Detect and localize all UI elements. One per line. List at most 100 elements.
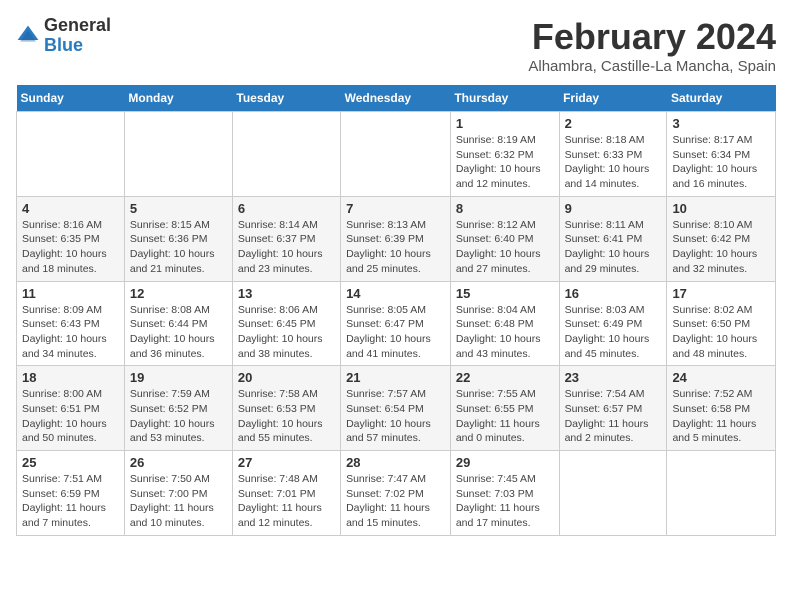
day-number: 1 — [456, 116, 554, 131]
day-info: Sunrise: 8:05 AM Sunset: 6:47 PM Dayligh… — [346, 303, 445, 362]
day-info: Sunrise: 7:58 AM Sunset: 6:53 PM Dayligh… — [238, 387, 335, 446]
calendar-day-cell: 15 Sunrise: 8:04 AM Sunset: 6:48 PM Dayli… — [450, 281, 559, 366]
location-subtitle: Alhambra, Castille-La Mancha, Spain — [528, 58, 776, 75]
calendar-day-cell — [232, 112, 340, 197]
day-number: 12 — [130, 286, 227, 301]
day-number: 8 — [456, 201, 554, 216]
calendar-day-cell: 7 Sunrise: 8:13 AM Sunset: 6:39 PM Daylig… — [341, 196, 451, 281]
weekday-header: Monday — [124, 85, 232, 112]
calendar-day-cell — [667, 451, 776, 536]
day-number: 26 — [130, 455, 227, 470]
weekday-header: Saturday — [667, 85, 776, 112]
logo-icon — [16, 24, 40, 48]
weekday-header: Sunday — [17, 85, 125, 112]
calendar-day-cell: 26 Sunrise: 7:50 AM Sunset: 7:00 PM Dayli… — [124, 451, 232, 536]
day-number: 23 — [565, 370, 662, 385]
day-info: Sunrise: 8:18 AM Sunset: 6:33 PM Dayligh… — [565, 133, 662, 192]
day-number: 17 — [672, 286, 770, 301]
day-info: Sunrise: 7:50 AM Sunset: 7:00 PM Dayligh… — [130, 472, 227, 531]
day-number: 10 — [672, 201, 770, 216]
day-number: 20 — [238, 370, 335, 385]
calendar-day-cell: 8 Sunrise: 8:12 AM Sunset: 6:40 PM Daylig… — [450, 196, 559, 281]
day-info: Sunrise: 8:10 AM Sunset: 6:42 PM Dayligh… — [672, 218, 770, 277]
calendar-week-row: 18 Sunrise: 8:00 AM Sunset: 6:51 PM Dayli… — [17, 366, 776, 451]
day-number: 2 — [565, 116, 662, 131]
weekday-header: Friday — [559, 85, 667, 112]
logo: General Blue — [16, 16, 111, 56]
day-info: Sunrise: 8:08 AM Sunset: 6:44 PM Dayligh… — [130, 303, 227, 362]
day-number: 24 — [672, 370, 770, 385]
day-info: Sunrise: 7:59 AM Sunset: 6:52 PM Dayligh… — [130, 387, 227, 446]
day-info: Sunrise: 7:47 AM Sunset: 7:02 PM Dayligh… — [346, 472, 445, 531]
calendar-day-cell: 21 Sunrise: 7:57 AM Sunset: 6:54 PM Dayli… — [341, 366, 451, 451]
calendar-day-cell — [341, 112, 451, 197]
calendar-day-cell: 16 Sunrise: 8:03 AM Sunset: 6:49 PM Dayli… — [559, 281, 667, 366]
calendar-day-cell: 25 Sunrise: 7:51 AM Sunset: 6:59 PM Dayli… — [17, 451, 125, 536]
calendar-week-row: 25 Sunrise: 7:51 AM Sunset: 6:59 PM Dayli… — [17, 451, 776, 536]
calendar-day-cell: 12 Sunrise: 8:08 AM Sunset: 6:44 PM Dayli… — [124, 281, 232, 366]
day-info: Sunrise: 7:45 AM Sunset: 7:03 PM Dayligh… — [456, 472, 554, 531]
day-info: Sunrise: 7:57 AM Sunset: 6:54 PM Dayligh… — [346, 387, 445, 446]
calendar-day-cell: 19 Sunrise: 7:59 AM Sunset: 6:52 PM Dayli… — [124, 366, 232, 451]
calendar-day-cell: 14 Sunrise: 8:05 AM Sunset: 6:47 PM Dayli… — [341, 281, 451, 366]
calendar-day-cell — [559, 451, 667, 536]
day-info: Sunrise: 7:48 AM Sunset: 7:01 PM Dayligh… — [238, 472, 335, 531]
day-info: Sunrise: 8:16 AM Sunset: 6:35 PM Dayligh… — [22, 218, 119, 277]
calendar-table: SundayMondayTuesdayWednesdayThursdayFrid… — [16, 85, 776, 536]
day-number: 15 — [456, 286, 554, 301]
calendar-day-cell: 24 Sunrise: 7:52 AM Sunset: 6:58 PM Dayli… — [667, 366, 776, 451]
day-number: 29 — [456, 455, 554, 470]
day-number: 18 — [22, 370, 119, 385]
day-number: 5 — [130, 201, 227, 216]
day-info: Sunrise: 8:02 AM Sunset: 6:50 PM Dayligh… — [672, 303, 770, 362]
day-info: Sunrise: 8:03 AM Sunset: 6:49 PM Dayligh… — [565, 303, 662, 362]
day-info: Sunrise: 7:51 AM Sunset: 6:59 PM Dayligh… — [22, 472, 119, 531]
calendar-day-cell: 29 Sunrise: 7:45 AM Sunset: 7:03 PM Dayli… — [450, 451, 559, 536]
day-number: 13 — [238, 286, 335, 301]
day-info: Sunrise: 8:17 AM Sunset: 6:34 PM Dayligh… — [672, 133, 770, 192]
day-info: Sunrise: 7:52 AM Sunset: 6:58 PM Dayligh… — [672, 387, 770, 446]
calendar-week-row: 11Sunrise: 8:09 AM Sunset: 6:43 PM Dayli… — [17, 281, 776, 366]
day-number: 25 — [22, 455, 119, 470]
day-info: Sunrise: 7:55 AM Sunset: 6:55 PM Dayligh… — [456, 387, 554, 446]
logo-text: General Blue — [44, 16, 111, 56]
calendar-day-cell: 9 Sunrise: 8:11 AM Sunset: 6:41 PM Daylig… — [559, 196, 667, 281]
day-info: Sunrise: 8:15 AM Sunset: 6:36 PM Dayligh… — [130, 218, 227, 277]
day-info: Sunrise: 8:00 AM Sunset: 6:51 PM Dayligh… — [22, 387, 119, 446]
calendar-day-cell: 6 Sunrise: 8:14 AM Sunset: 6:37 PM Daylig… — [232, 196, 340, 281]
day-info: Sunrise: 8:19 AM Sunset: 6:32 PM Dayligh… — [456, 133, 554, 192]
day-number: 4 — [22, 201, 119, 216]
calendar-day-cell: 4 Sunrise: 8:16 AM Sunset: 6:35 PM Daylig… — [17, 196, 125, 281]
weekday-header-row: SundayMondayTuesdayWednesdayThursdayFrid… — [17, 85, 776, 112]
day-number: 14 — [346, 286, 445, 301]
calendar-day-cell: 23Sunrise: 7:54 AM Sunset: 6:57 PM Dayli… — [559, 366, 667, 451]
title-block: February 2024 Alhambra, Castille-La Manc… — [528, 16, 776, 75]
calendar-week-row: 4 Sunrise: 8:16 AM Sunset: 6:35 PM Daylig… — [17, 196, 776, 281]
calendar-day-cell: 27Sunrise: 7:48 AM Sunset: 7:01 PM Dayli… — [232, 451, 340, 536]
day-info: Sunrise: 8:12 AM Sunset: 6:40 PM Dayligh… — [456, 218, 554, 277]
calendar-day-cell: 18 Sunrise: 8:00 AM Sunset: 6:51 PM Dayli… — [17, 366, 125, 451]
calendar-day-cell: 28 Sunrise: 7:47 AM Sunset: 7:02 PM Dayli… — [341, 451, 451, 536]
day-number: 9 — [565, 201, 662, 216]
weekday-header: Thursday — [450, 85, 559, 112]
day-number: 16 — [565, 286, 662, 301]
calendar-day-cell: 5 Sunrise: 8:15 AM Sunset: 6:36 PM Daylig… — [124, 196, 232, 281]
day-number: 19 — [130, 370, 227, 385]
day-info: Sunrise: 8:14 AM Sunset: 6:37 PM Dayligh… — [238, 218, 335, 277]
calendar-day-cell: 2 Sunrise: 8:18 AM Sunset: 6:33 PM Daylig… — [559, 112, 667, 197]
calendar-day-cell — [124, 112, 232, 197]
calendar-day-cell: 10 Sunrise: 8:10 AM Sunset: 6:42 PM Dayli… — [667, 196, 776, 281]
calendar-day-cell: 1 Sunrise: 8:19 AM Sunset: 6:32 PM Daylig… — [450, 112, 559, 197]
calendar-week-row: 1 Sunrise: 8:19 AM Sunset: 6:32 PM Daylig… — [17, 112, 776, 197]
day-number: 6 — [238, 201, 335, 216]
day-number: 7 — [346, 201, 445, 216]
day-info: Sunrise: 8:04 AM Sunset: 6:48 PM Dayligh… — [456, 303, 554, 362]
day-info: Sunrise: 8:13 AM Sunset: 6:39 PM Dayligh… — [346, 218, 445, 277]
day-info: Sunrise: 8:11 AM Sunset: 6:41 PM Dayligh… — [565, 218, 662, 277]
day-number: 28 — [346, 455, 445, 470]
calendar-day-cell: 17 Sunrise: 8:02 AM Sunset: 6:50 PM Dayli… — [667, 281, 776, 366]
day-number: 21 — [346, 370, 445, 385]
calendar-day-cell — [17, 112, 125, 197]
calendar-day-cell: 11Sunrise: 8:09 AM Sunset: 6:43 PM Dayli… — [17, 281, 125, 366]
calendar-day-cell: 20 Sunrise: 7:58 AM Sunset: 6:53 PM Dayli… — [232, 366, 340, 451]
